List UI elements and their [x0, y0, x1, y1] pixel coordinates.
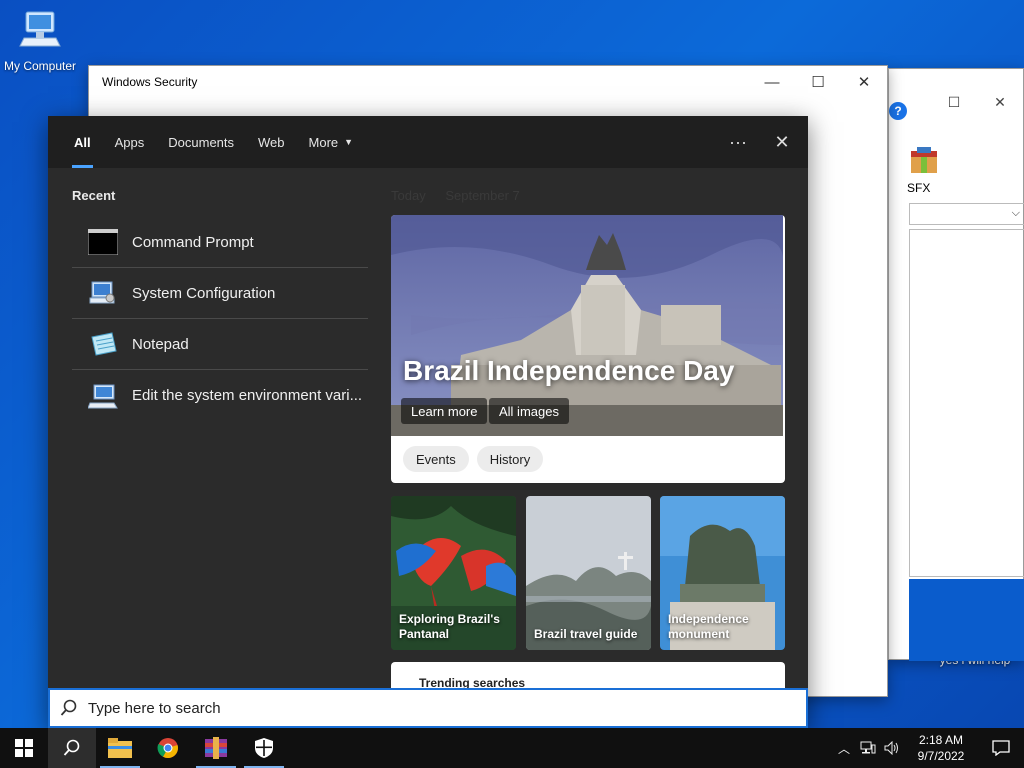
today-date: September 7 [445, 188, 520, 203]
tab-web[interactable]: Web [246, 116, 297, 168]
today-header: Today September 7 [391, 188, 536, 203]
notification-center-button[interactable] [978, 740, 1024, 756]
learn-more-button[interactable]: Learn more [401, 398, 488, 424]
close-button[interactable]: ✕ [977, 89, 1023, 115]
chevron-down-icon: ⌵ [1011, 207, 1020, 219]
card-pantanal[interactable]: Exploring Brazil's Pantanal [391, 496, 516, 650]
close-button[interactable]: ✕ [841, 67, 887, 97]
recent-section: Recent Command Prompt System Configurati… [72, 188, 368, 421]
close-icon[interactable]: ✕ [770, 132, 794, 153]
taskbar: ︿ 2:18 AM 9/7/2022 [0, 728, 1024, 768]
tab-label: Apps [114, 134, 145, 150]
recent-item-label: Edit the system environment vari... [132, 387, 363, 404]
command-prompt-icon [88, 229, 118, 255]
tab-label: More [308, 134, 339, 150]
sfx-label: SFX [907, 181, 931, 195]
winrar-sfx-icon [911, 147, 937, 173]
all-images-button[interactable]: All images [489, 398, 569, 424]
recent-item-command-prompt[interactable]: Command Prompt [72, 217, 368, 268]
taskbar-chrome[interactable] [144, 728, 192, 768]
dropdown-select[interactable]: ⌵ [909, 203, 1024, 225]
search-box[interactable] [48, 688, 808, 728]
chrome-icon [157, 738, 178, 759]
taskbar-search-button[interactable] [48, 728, 96, 768]
card-travel-guide[interactable]: Brazil travel guide [526, 496, 651, 650]
volume-icon[interactable] [880, 741, 904, 755]
network-icon[interactable] [856, 741, 880, 755]
list-box[interactable] [909, 229, 1024, 577]
hero-tags: Events History [403, 446, 544, 472]
maximize-button[interactable]: ☐ [931, 89, 977, 115]
system-configuration-icon [89, 281, 115, 304]
help-icon[interactable]: ? [889, 102, 907, 120]
tab-documents[interactable]: Documents [156, 116, 246, 168]
tab-label: Web [258, 134, 285, 150]
chevron-up-icon[interactable]: ︿ [832, 740, 856, 757]
desktop-visible-area [909, 579, 1024, 661]
minimize-button[interactable]: — [749, 67, 795, 97]
tab-apps[interactable]: Apps [103, 116, 157, 168]
clock-time: 2:18 AM [918, 733, 964, 747]
search-panel: All Apps Documents Web More ▼ ··· ✕ Recen… [48, 116, 808, 728]
card-independence-monument[interactable]: Independence monument [660, 496, 785, 650]
window-title: Windows Security [102, 75, 198, 89]
card-caption: Exploring Brazil's Pantanal [399, 612, 500, 641]
card-caption: Independence monument [668, 612, 749, 641]
search-icon [63, 739, 80, 756]
taskbar-winrar[interactable] [192, 728, 240, 768]
recent-item-environment-variables[interactable]: Edit the system environment vari... [72, 370, 368, 421]
file-explorer-icon [108, 738, 132, 758]
hero-title: Brazil Independence Day [403, 355, 735, 386]
taskbar-windows-security[interactable] [240, 728, 288, 768]
recent-item-notepad[interactable]: Notepad [72, 319, 368, 370]
computer-icon [19, 11, 61, 47]
tab-label: Documents [168, 134, 235, 150]
today-label: Today [391, 188, 426, 203]
recent-item-label: System Configuration [132, 284, 276, 302]
card-caption: Brazil travel guide [534, 627, 638, 641]
windows-security-icon [255, 738, 273, 758]
start-icon [15, 739, 33, 757]
recent-heading: Recent [72, 188, 116, 203]
desktop-icon-my-computer[interactable]: My Computer [0, 8, 80, 73]
system-tray: ︿ 2:18 AM 9/7/2022 [832, 728, 1024, 768]
tab-label: All [74, 134, 91, 150]
tag-history[interactable]: History [476, 446, 544, 472]
tab-more[interactable]: More ▼ [297, 116, 366, 168]
hero-card[interactable]: Brazil Independence Day Learn more All i… [391, 215, 785, 483]
taskbar-file-explorer[interactable] [96, 728, 144, 768]
recent-item-label: Notepad [132, 335, 189, 353]
caret-down-icon: ▼ [344, 137, 354, 147]
background-window[interactable]: ? ☐ ✕ SFX ⌵ [888, 68, 1024, 661]
notification-icon [992, 740, 1010, 756]
start-button[interactable] [0, 728, 48, 768]
desktop-icon-label: My Computer [3, 59, 77, 73]
system-properties-icon [88, 384, 118, 408]
recent-item-label: Command Prompt [132, 233, 254, 251]
clock-date: 9/7/2022 [917, 749, 965, 763]
search-icon [60, 699, 77, 716]
tag-events[interactable]: Events [403, 446, 469, 472]
notepad-icon [91, 332, 117, 356]
tab-all[interactable]: All [62, 116, 103, 168]
more-options-icon[interactable]: ··· [726, 132, 750, 153]
maximize-button[interactable]: ☐ [795, 67, 841, 97]
hero-image[interactable]: Brazil Independence Day Learn more All i… [391, 215, 783, 436]
search-tab-bar: All Apps Documents Web More ▼ ··· ✕ [48, 116, 808, 168]
clock[interactable]: 2:18 AM 9/7/2022 [904, 732, 978, 764]
recent-item-system-configuration[interactable]: System Configuration [72, 268, 368, 319]
title-bar[interactable]: Windows Security — ☐ ✕ [89, 66, 887, 98]
winrar-icon [205, 737, 227, 759]
search-input[interactable] [88, 699, 738, 717]
